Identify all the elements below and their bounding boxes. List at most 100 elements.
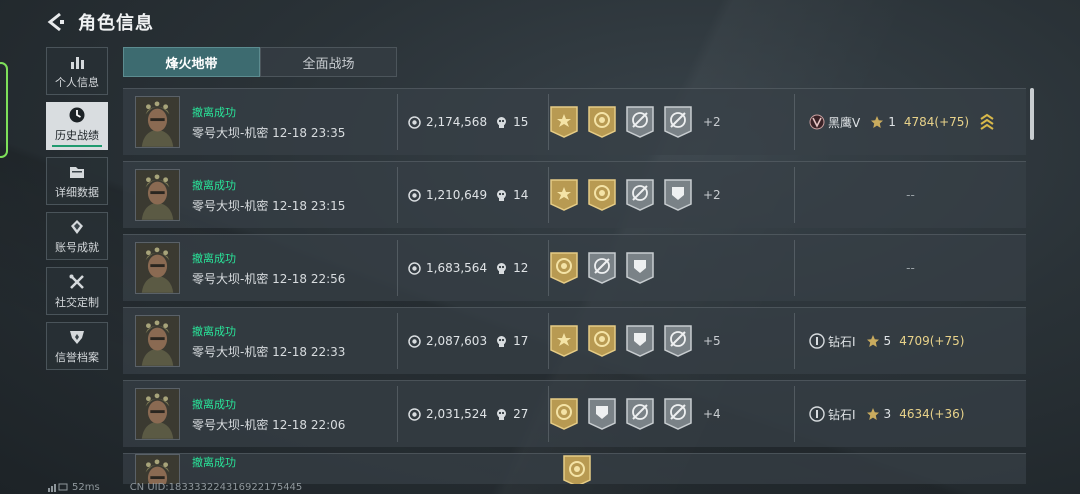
back-button[interactable] <box>44 10 68 34</box>
gold-star-badge-icon <box>549 178 579 212</box>
record-stats: 2,087,603 17 <box>398 334 548 348</box>
record-info: 撤离成功零号大坝-机密 12-18 22:33 <box>192 323 397 360</box>
rank-chevron-icon <box>980 113 994 130</box>
page-title: 角色信息 <box>78 13 154 34</box>
achievement-icon <box>71 219 83 234</box>
record-stats: 1,210,649 14 <box>398 188 548 202</box>
record-row[interactable]: 撤离成功 <box>123 453 1026 484</box>
avatar <box>135 169 180 221</box>
back-arrow-icon <box>47 12 64 32</box>
score-text: 4784 <box>903 115 935 129</box>
more-badges-count: +2 <box>703 188 721 202</box>
grey-crest-badge-icon <box>587 397 617 431</box>
kills-group: 15 <box>495 115 528 129</box>
grey-target-badge-icon <box>663 397 693 431</box>
more-badges-count: +2 <box>703 115 721 129</box>
grey-target-badge-icon <box>663 105 693 139</box>
map-time-text: 零号大坝-机密 12-18 23:35 <box>192 125 346 140</box>
edge-handle[interactable] <box>0 62 8 158</box>
score-delta: (+36) <box>929 407 965 421</box>
kills-group: 17 <box>495 334 528 348</box>
kills-text: 12 <box>513 261 529 275</box>
record-row[interactable]: 撤离成功零号大坝-机密 12-18 23:35 2,174,568 15 +2 黑鹰V 1… <box>123 88 1026 155</box>
record-stats: 1,683,564 12 <box>398 261 548 275</box>
badge-list: +4 <box>549 397 794 431</box>
coin-icon <box>408 188 421 202</box>
tab-full-battlefield[interactable]: 全面战场 <box>260 47 397 77</box>
score-text: 4634 <box>899 407 930 421</box>
map-time-text: 零号大坝-机密 12-18 22:33 <box>192 344 346 359</box>
record-row[interactable]: 撤离成功 零号大坝-机密 12-18 22:33 2,087,603 17 +5 钻石I 5… <box>123 307 1026 374</box>
kills-text: 17 <box>513 334 529 348</box>
grey-target-badge-icon <box>587 251 617 285</box>
grey-target-badge-icon <box>625 178 655 212</box>
star-icon <box>866 408 879 420</box>
avatar <box>135 315 180 367</box>
side-nav: 个人信息 历史战绩 详细数据 账号成就 社交定制 信誉档案 <box>46 47 110 377</box>
empty-rank-text: -- <box>906 261 915 275</box>
nav-item-achievements[interactable]: 账号成就 <box>46 212 108 260</box>
coin-icon <box>408 334 421 348</box>
status-text: 撤离成功 <box>192 105 236 119</box>
header: 角色信息 <box>44 8 154 36</box>
grey-crest-badge-icon <box>625 251 655 285</box>
ping-text: 52ms <box>72 481 100 493</box>
gold-ring-badge-icon <box>587 105 617 139</box>
nav-item-credit-record[interactable]: 信誉档案 <box>46 322 108 370</box>
star-icon <box>871 116 884 128</box>
coin-icon <box>408 115 421 129</box>
kills-text: 14 <box>513 188 529 202</box>
coin-icon <box>408 407 421 421</box>
grey-crest-badge-icon <box>625 324 655 358</box>
record-info: 撤离成功 <box>192 454 397 474</box>
avatar <box>135 242 180 294</box>
record-info: 撤离成功 零号大坝-机密 12-18 23:15 <box>192 177 397 214</box>
bar-chart-icon <box>71 56 84 69</box>
gold-ring-badge-icon <box>587 324 617 358</box>
gold-ring-badge-icon <box>549 397 579 431</box>
record-row[interactable]: 撤离成功 零号大坝-机密 12-18 23:15 1,210,649 14 +2 -- <box>123 161 1026 228</box>
record-row[interactable]: 撤离成功 零号大坝-机密 12-18 22:06 2,031,524 27 +4 钻石I 3… <box>123 380 1026 447</box>
avatar <box>135 454 180 484</box>
shield-icon <box>70 330 84 344</box>
record-stats: 2,174,568 15 <box>398 115 548 129</box>
nav-item-detail-data[interactable]: 详细数据 <box>46 157 108 205</box>
nav-item-personal-info[interactable]: 个人信息 <box>46 47 108 95</box>
records-list: 撤离成功 零号大坝-机密 12-18 23:35 2,174,568 15 +2 黑鹰V 1… <box>123 88 1026 490</box>
value-text: 2,087,603 <box>426 334 488 348</box>
skull-icon <box>497 408 507 420</box>
tab-fire-zone[interactable]: 烽火地带 <box>123 47 260 77</box>
avatar <box>135 96 180 148</box>
folder-icon <box>70 166 84 178</box>
gold-ring-badge-icon <box>562 454 592 484</box>
map-time-text: 零号大坝-机密 12-18 23:15 <box>192 198 346 213</box>
kills-group: 12 <box>495 261 528 275</box>
rank-name: 钻石I <box>828 407 856 422</box>
rank-info: 黑鹰V 1 4784 (+75) <box>795 113 1026 131</box>
nav-label: 账号成就 <box>55 240 99 254</box>
footer: 52ms CN UID:183333224316922175445 <box>48 481 302 493</box>
grey-target-badge-icon <box>625 105 655 139</box>
status-text: 撤离成功 <box>192 324 236 338</box>
nav-label: 详细数据 <box>55 185 99 199</box>
score-delta: (+75) <box>934 115 970 129</box>
nav-item-social-custom[interactable]: 社交定制 <box>46 267 108 315</box>
diamond-rank-icon <box>809 333 825 349</box>
gold-star-badge-icon <box>549 324 579 358</box>
grey-crest-badge-icon <box>663 178 693 212</box>
record-row[interactable]: 撤离成功 零号大坝-机密 12-18 22:56 1,683,564 12 -- <box>123 234 1026 301</box>
nav-item-history[interactable]: 历史战绩 <box>46 102 108 150</box>
scrollbar[interactable] <box>1030 88 1034 140</box>
value-text: 1,210,649 <box>426 188 488 202</box>
map-time-text: 零号大坝-机密 12-18 22:06 <box>192 417 346 432</box>
nav-label: 个人信息 <box>55 75 99 89</box>
value-text: 2,174,568 <box>426 115 488 129</box>
nav-label: 历史战绩 <box>55 128 99 142</box>
skull-icon <box>497 189 507 201</box>
nav-label: 社交定制 <box>55 295 99 309</box>
badge-list: +2 <box>549 178 794 212</box>
signal-battery-icon <box>48 483 68 492</box>
kills-group: 14 <box>495 188 528 202</box>
record-stats: 2,031,524 27 <box>398 407 548 421</box>
diamond-rank-icon <box>809 406 825 422</box>
